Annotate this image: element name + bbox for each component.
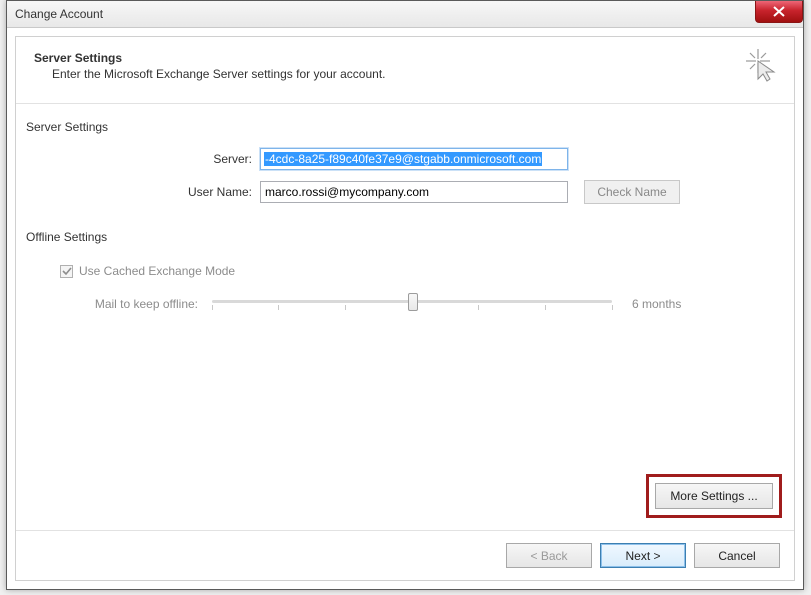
server-settings-section-label: Server Settings bbox=[26, 120, 778, 134]
close-icon bbox=[772, 6, 786, 17]
header-title: Server Settings bbox=[34, 51, 776, 65]
mail-offline-slider-row: Mail to keep offline: bbox=[22, 292, 778, 316]
offline-settings-section: Offline Settings Use Cached Exchange Mod… bbox=[22, 230, 778, 316]
slider-thumb[interactable] bbox=[408, 293, 418, 311]
mail-offline-slider[interactable] bbox=[212, 292, 612, 316]
more-settings-highlight: More Settings ... bbox=[646, 474, 782, 518]
cancel-button[interactable]: Cancel bbox=[694, 543, 780, 568]
window-title: Change Account bbox=[15, 7, 103, 21]
check-name-button[interactable]: Check Name bbox=[584, 180, 680, 204]
change-account-dialog: Change Account Server Settings Enter the… bbox=[6, 0, 804, 590]
cached-mode-row: Use Cached Exchange Mode bbox=[60, 264, 778, 278]
server-row: Server: -4cdc-8a25-f89c40fe37e9@stgabb.o… bbox=[22, 148, 778, 170]
header: Server Settings Enter the Microsoft Exch… bbox=[16, 37, 794, 91]
body: Server Settings Server: -4cdc-8a25-f89c4… bbox=[16, 104, 794, 530]
cached-mode-label: Use Cached Exchange Mode bbox=[79, 264, 235, 278]
cached-mode-checkbox[interactable] bbox=[60, 265, 73, 278]
username-row: User Name: Check Name bbox=[22, 180, 778, 204]
mail-offline-slider-label: Mail to keep offline: bbox=[22, 297, 212, 311]
dialog-inner: Server Settings Enter the Microsoft Exch… bbox=[15, 36, 795, 581]
back-button[interactable]: < Back bbox=[506, 543, 592, 568]
username-label: User Name: bbox=[22, 185, 260, 199]
titlebar: Change Account bbox=[7, 1, 803, 28]
server-label: Server: bbox=[22, 152, 260, 166]
checkmark-icon bbox=[62, 266, 72, 276]
username-input[interactable] bbox=[260, 181, 568, 203]
next-button[interactable]: Next > bbox=[600, 543, 686, 568]
mail-offline-slider-value: 6 months bbox=[632, 297, 681, 311]
cursor-sparkle-icon bbox=[744, 47, 780, 83]
server-input[interactable]: -4cdc-8a25-f89c40fe37e9@stgabb.onmicroso… bbox=[260, 148, 568, 170]
footer: < Back Next > Cancel bbox=[16, 530, 794, 580]
close-button[interactable] bbox=[755, 1, 803, 23]
server-input-value: -4cdc-8a25-f89c40fe37e9@stgabb.onmicroso… bbox=[264, 152, 542, 166]
offline-settings-section-label: Offline Settings bbox=[26, 230, 778, 244]
header-subtitle: Enter the Microsoft Exchange Server sett… bbox=[52, 67, 776, 81]
more-settings-button[interactable]: More Settings ... bbox=[655, 483, 773, 509]
